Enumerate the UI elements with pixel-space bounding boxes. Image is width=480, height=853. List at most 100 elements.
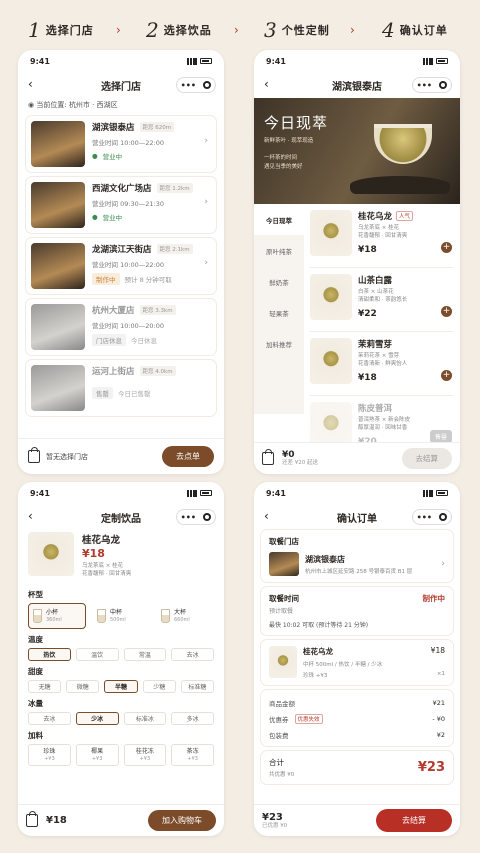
topping-option[interactable]: 茶冻 +¥3 bbox=[171, 744, 214, 767]
temperature-label: 温度 bbox=[28, 635, 43, 645]
status-bar: 9:41 bbox=[18, 50, 224, 72]
category-item[interactable]: 鲜奶茶 bbox=[254, 266, 304, 297]
topping-name: 桂花冻 bbox=[135, 748, 154, 756]
pay-button[interactable]: 去结算 bbox=[376, 809, 452, 832]
cart-bag-icon[interactable] bbox=[262, 449, 274, 465]
product-price: ¥18 bbox=[82, 547, 105, 560]
store-status: 制作中 bbox=[92, 273, 120, 285]
store-status-note: 预计 8 分钟可取 bbox=[124, 276, 172, 284]
add-icon[interactable]: + bbox=[441, 242, 452, 253]
cup-size-option[interactable]: 小杯 360ml bbox=[28, 603, 86, 630]
go-order-button[interactable]: 去点单 bbox=[162, 446, 214, 467]
store-card[interactable]: 运河上街店 距您 4.0km 售罄 今日已售罄 bbox=[26, 360, 216, 416]
category-sidebar: 今日现萃 原叶纯茶 鲜奶茶 轻果茶 加料推荐 bbox=[254, 204, 304, 414]
topping-option[interactable]: 桂花冻 +¥3 bbox=[123, 744, 167, 767]
sweetness-option[interactable]: 无糖 bbox=[28, 680, 62, 694]
store-card[interactable]: 西湖文化广场店 距您 1.2km 营业时间 09:30—21:30 ● 营业中 › bbox=[26, 177, 216, 233]
sweetness-option[interactable]: 少糖 bbox=[142, 680, 176, 694]
product-desc: 乌龙茶底 × 桂花 bbox=[358, 225, 400, 231]
pickup-time-sub: 预计取餐 bbox=[269, 608, 294, 615]
category-item[interactable]: 加料推荐 bbox=[254, 328, 304, 359]
ice-option[interactable]: 多冰 bbox=[171, 712, 214, 726]
category-item[interactable]: 轻果茶 bbox=[254, 297, 304, 328]
page-title: 选择门店 bbox=[101, 81, 141, 93]
cup-size-option[interactable]: 中杯 500ml bbox=[92, 603, 150, 629]
topping-name: 茶冻 bbox=[186, 748, 199, 756]
back-icon[interactable]: ‹ bbox=[264, 509, 269, 523]
more-icon[interactable]: ••• bbox=[417, 81, 432, 90]
sweetness-option[interactable]: 标准糖 bbox=[180, 680, 215, 694]
banner[interactable]: 今日现萃 新鲜茶叶 · 现萃现造 一杯茶的时间 遇见当季的美好 bbox=[254, 98, 460, 204]
mini-program-capsule[interactable]: ••• bbox=[412, 77, 452, 93]
add-icon[interactable]: + bbox=[441, 306, 452, 317]
sweetness-option[interactable]: 半糖 bbox=[104, 680, 138, 694]
mini-program-capsule[interactable]: ••• bbox=[412, 509, 452, 525]
coupon-status-tag[interactable]: 优惠失效 bbox=[294, 714, 323, 724]
checkout-button[interactable]: 去结算 bbox=[401, 448, 452, 469]
temperature-option[interactable]: 常温 bbox=[123, 648, 167, 662]
back-icon[interactable]: ‹ bbox=[264, 77, 269, 91]
temperature-option[interactable]: 去冰 bbox=[171, 648, 214, 662]
mini-program-capsule[interactable]: ••• bbox=[176, 77, 216, 93]
category-item[interactable]: 今日现萃 bbox=[254, 204, 304, 235]
ice-option[interactable]: 少冰 bbox=[75, 712, 119, 726]
cup-size-option[interactable]: 大杯 660ml bbox=[156, 603, 214, 629]
topping-price: +¥3 bbox=[91, 756, 103, 763]
store-name: 湖滨银泰店 bbox=[305, 554, 345, 564]
store-card[interactable]: 杭州大厦店 距您 3.3km 营业时间 10:00—20:00 门店休息 今日休息 bbox=[26, 299, 216, 355]
product-image bbox=[310, 338, 352, 384]
add-to-cart-button[interactable]: 加入购物车 bbox=[148, 810, 216, 831]
store-card[interactable]: 龙湖滨江天街店 距您 2.1km 营业时间 10:00—22:00 制作中 预计 8… bbox=[26, 238, 216, 294]
cup-size-options: 小杯 360ml 中杯 500ml 大杯 660ml bbox=[18, 603, 224, 630]
sweetness-option[interactable]: 微糖 bbox=[66, 680, 100, 694]
close-circle-icon[interactable] bbox=[203, 513, 212, 521]
total-card: 合计 共优惠 ¥0 ¥23 bbox=[261, 751, 453, 784]
product-item[interactable]: 山茶白露 白茶 × 山茶花 清甜柔和 · 茶韵悠长 ¥22 + bbox=[310, 268, 454, 332]
topping-label: 加料 bbox=[28, 731, 43, 741]
chevron-right-icon: › bbox=[204, 197, 208, 207]
store-name: 西湖文化广场店 bbox=[92, 184, 152, 194]
signal-icon bbox=[187, 489, 197, 497]
product-item[interactable]: 茉莉雪芽 茉莉花茶 × 雪芽 花香清新 · 鲜爽怡人 ¥18 + bbox=[310, 332, 454, 396]
category-item[interactable]: 原叶纯茶 bbox=[254, 235, 304, 266]
pickup-store-card[interactable]: 取餐门店 湖滨银泰店 杭州市上城区延安路 258 号银泰百货 B1 层 › bbox=[261, 530, 453, 582]
temperature-option[interactable]: 热饮 bbox=[28, 648, 71, 662]
back-icon[interactable]: ‹ bbox=[28, 77, 33, 91]
page-title: 定制饮品 bbox=[101, 513, 141, 525]
product-header: 桂花乌龙 ¥18 乌龙茶底 × 桂花 花香馥郁 · 回甘清爽 bbox=[18, 530, 224, 584]
add-icon[interactable]: + bbox=[441, 370, 452, 381]
cart-note: 还差 ¥20 起送 bbox=[282, 460, 318, 467]
store-distance: 距您 2.1km bbox=[156, 244, 193, 254]
more-icon[interactable]: ••• bbox=[417, 513, 432, 522]
topping-option[interactable]: 椰果 +¥3 bbox=[75, 744, 119, 767]
close-circle-icon[interactable] bbox=[439, 81, 448, 89]
ice-option[interactable]: 标准冰 bbox=[123, 712, 167, 726]
more-icon[interactable]: ••• bbox=[181, 513, 196, 522]
store-distance: 距您 3.3km bbox=[139, 305, 176, 315]
cart-bag-icon[interactable] bbox=[26, 811, 38, 827]
bag-icon bbox=[28, 447, 40, 463]
banner-line: 遇见当季的美好 bbox=[264, 163, 303, 170]
item-image bbox=[269, 646, 297, 678]
battery-icon bbox=[436, 490, 448, 496]
topping-option[interactable]: 珍珠 +¥3 bbox=[28, 744, 71, 767]
banner-title: 今日现萃 bbox=[264, 114, 329, 132]
product-name: 桂花乌龙 bbox=[358, 212, 393, 222]
more-icon[interactable]: ••• bbox=[181, 81, 196, 90]
back-icon[interactable]: ‹ bbox=[28, 509, 33, 523]
status-time: 9:41 bbox=[266, 56, 286, 66]
topping-options: 珍珠 +¥3 椰果 +¥3 桂花冻 +¥3 茶冻 +¥3 bbox=[18, 744, 224, 767]
store-name: 杭州大厦店 bbox=[92, 306, 135, 316]
ice-option[interactable]: 去冰 bbox=[28, 712, 71, 726]
close-circle-icon[interactable] bbox=[203, 81, 212, 89]
mini-program-capsule[interactable]: ••• bbox=[176, 509, 216, 525]
topping-name: 珍珠 bbox=[43, 748, 56, 756]
close-circle-icon[interactable] bbox=[439, 513, 448, 521]
product-item[interactable]: 桂花乌龙 人气 乌龙茶底 × 桂花 花香馥郁 · 回甘清爽 ¥18 + bbox=[310, 204, 454, 268]
coupon-value: - ¥0 bbox=[432, 715, 445, 723]
open-dot-icon: ● bbox=[92, 152, 98, 160]
store-card[interactable]: 湖滨银泰店 距您 620m 营业时间 10:00—22:00 ● 营业中 › bbox=[26, 116, 216, 172]
step-label: 确认订单 bbox=[399, 24, 448, 37]
checkout-bar: ¥23 已优惠 ¥0 去结算 bbox=[254, 804, 460, 836]
temperature-option[interactable]: 温饮 bbox=[75, 648, 119, 662]
